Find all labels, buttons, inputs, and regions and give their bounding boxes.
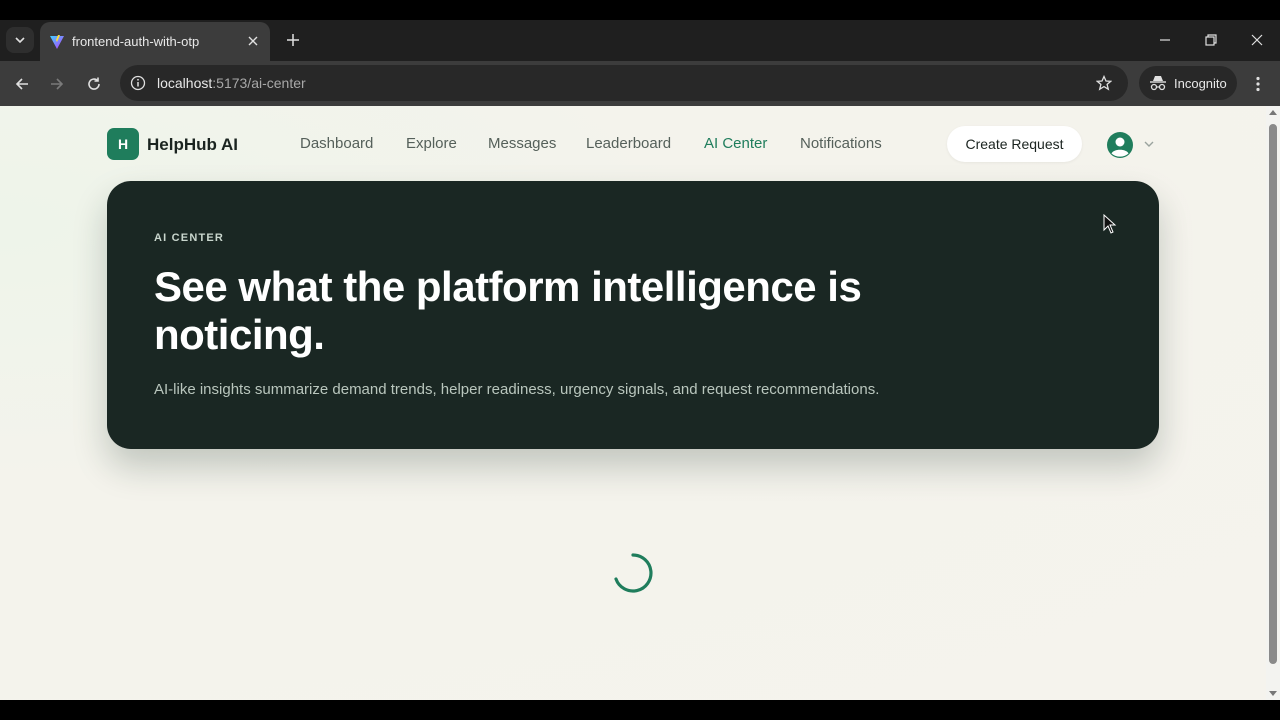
close-icon [248, 36, 258, 46]
app-header: H HelpHub AI Dashboard Explore Messages … [0, 106, 1266, 182]
reload-icon [88, 77, 100, 90]
scroll-up-arrow-icon[interactable] [1269, 110, 1277, 115]
arrow-right-icon [51, 78, 64, 90]
info-icon [130, 75, 146, 91]
incognito-label: Incognito [1174, 76, 1227, 91]
minimize-button[interactable] [1150, 28, 1180, 52]
incognito-indicator[interactable]: Incognito [1139, 66, 1237, 100]
browser-tab[interactable]: frontend-auth-with-otp [40, 22, 270, 61]
vite-favicon-icon [50, 35, 64, 49]
mouse-cursor-icon [1103, 214, 1117, 234]
new-tab-button[interactable] [282, 29, 304, 51]
tab-title: frontend-auth-with-otp [72, 34, 200, 49]
arrow-left-icon [15, 78, 28, 90]
url-text: localhost:5173/ai-center [157, 75, 306, 91]
plus-icon [287, 34, 299, 46]
bookmark-button[interactable] [1094, 73, 1114, 93]
create-request-button[interactable]: Create Request [947, 126, 1082, 162]
nav-explore[interactable]: Explore [406, 135, 457, 152]
close-icon [1251, 34, 1263, 46]
page-scrollbar[interactable] [1266, 106, 1280, 700]
hero-subtitle: AI-like insights summarize demand trends… [154, 381, 880, 398]
close-window-button[interactable] [1242, 28, 1272, 52]
browser-toolbar: localhost:5173/ai-center Incognito [0, 61, 1280, 106]
chevron-down-icon [15, 37, 25, 44]
hero-eyebrow: AI CENTER [154, 232, 225, 244]
incognito-icon [1150, 76, 1166, 91]
site-info-button[interactable] [128, 73, 148, 93]
scroll-down-arrow-icon[interactable] [1269, 691, 1277, 696]
logo-badge[interactable]: H [107, 128, 139, 160]
hero-banner: AI CENTER See what the platform intellig… [107, 181, 1159, 449]
scroll-thumb[interactable] [1269, 124, 1277, 664]
url-path: :5173/ai-center [212, 75, 306, 91]
url-host: localhost [157, 75, 213, 91]
more-vertical-icon [1256, 76, 1260, 92]
restore-icon [1205, 34, 1217, 46]
nav-ai-center[interactable]: AI Center [704, 135, 767, 152]
minimize-icon [1160, 39, 1170, 41]
tab-strip: frontend-auth-with-otp [0, 20, 1280, 61]
brand-name[interactable]: HelpHub AI [147, 135, 238, 155]
tab-close-button[interactable] [244, 32, 262, 50]
nav-dashboard[interactable]: Dashboard [300, 135, 373, 152]
nav-messages[interactable]: Messages [488, 135, 556, 152]
page-viewport: H HelpHub AI Dashboard Explore Messages … [0, 106, 1266, 700]
tab-search-button[interactable] [6, 27, 34, 53]
spinner-icon [614, 553, 653, 593]
back-button[interactable] [9, 71, 35, 97]
hero-title: See what the platform intelligence is no… [154, 263, 862, 358]
chevron-down-icon[interactable] [1143, 138, 1155, 150]
nav-notifications[interactable]: Notifications [800, 135, 882, 152]
browser-window: frontend-auth-with-otp localhost:5173/ai… [0, 0, 1280, 720]
nav-leaderboard[interactable]: Leaderboard [586, 135, 671, 152]
address-bar[interactable]: localhost:5173/ai-center [120, 65, 1128, 101]
window-bottom-edge [0, 700, 1280, 720]
user-avatar-icon[interactable] [1106, 131, 1134, 159]
reload-button[interactable] [81, 71, 107, 97]
restore-button[interactable] [1196, 28, 1226, 52]
browser-menu-button[interactable] [1248, 72, 1268, 96]
forward-button[interactable] [44, 71, 70, 97]
star-icon [1096, 75, 1112, 91]
